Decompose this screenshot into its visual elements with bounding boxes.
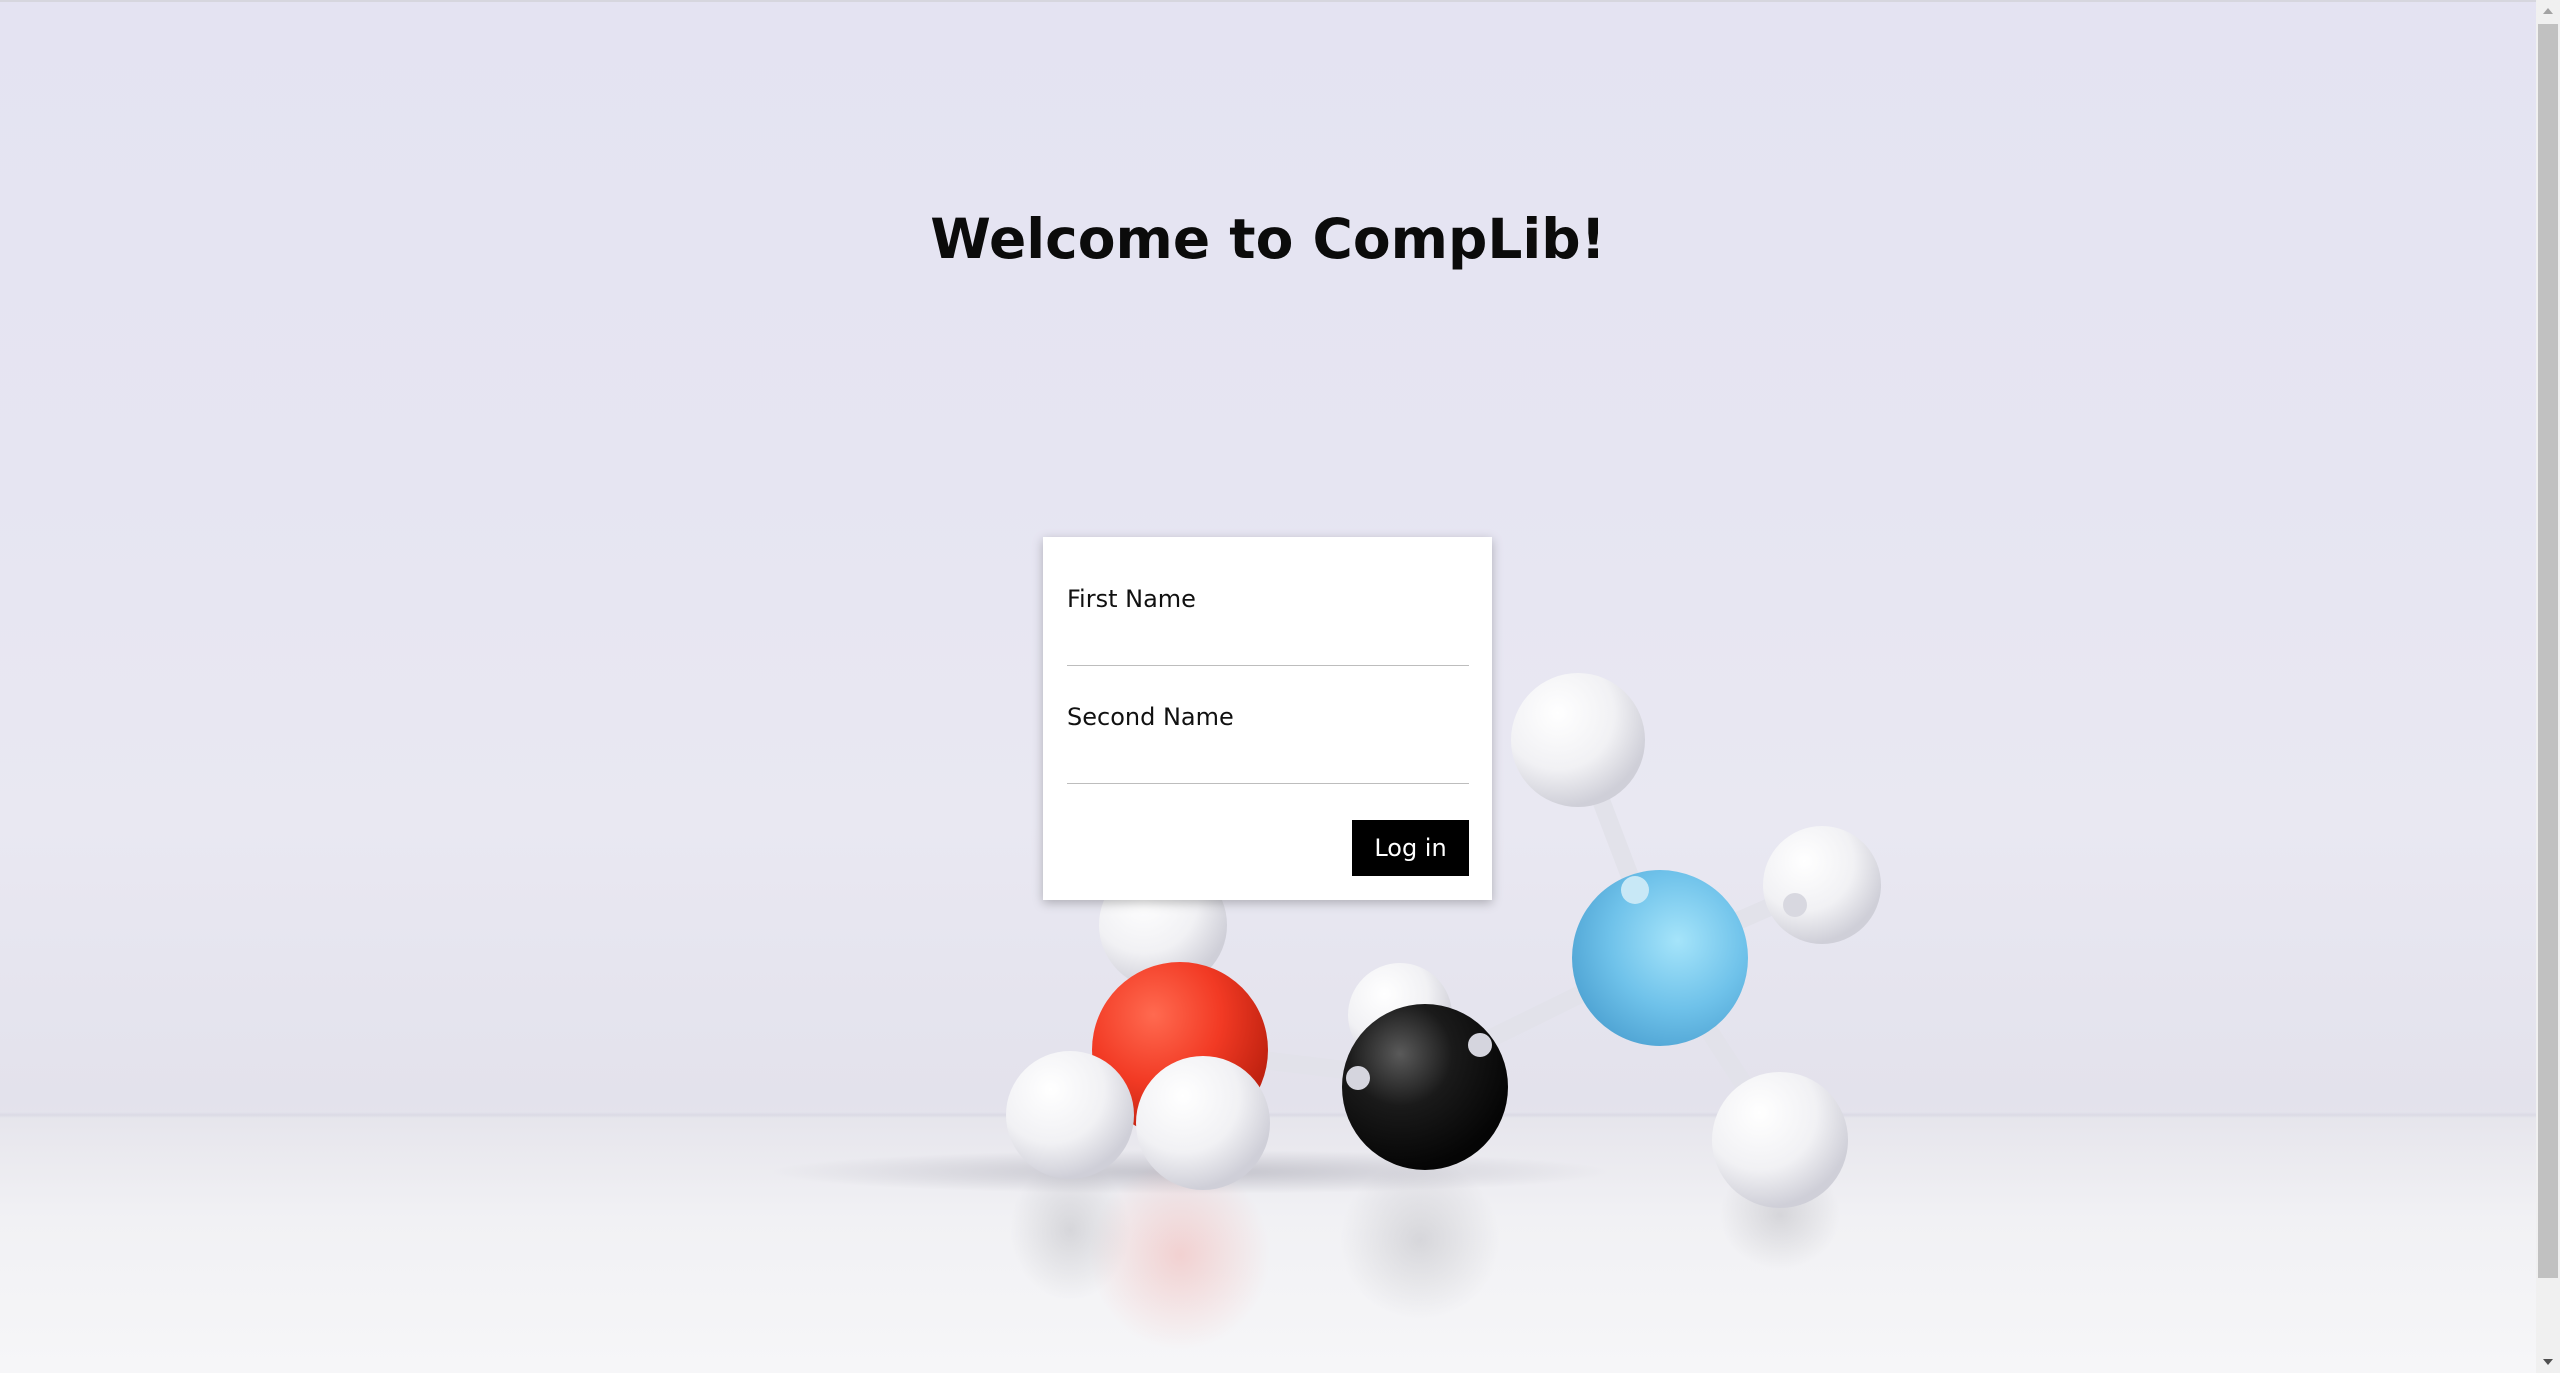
vertical-scrollbar[interactable] [2536,0,2560,1373]
second-name-input[interactable] [1067,743,1469,784]
first-name-label: First Name [1067,585,1196,613]
first-name-input[interactable] [1067,625,1469,666]
scroll-thumb[interactable] [2538,24,2558,1278]
scroll-up-arrow-icon[interactable] [2536,0,2560,22]
second-name-label: Second Name [1067,703,1234,731]
page-title: Welcome to CompLib! [930,206,1606,271]
login-form: First Name Second Name Log in [1043,537,1492,900]
scroll-down-arrow-icon[interactable] [2536,1351,2560,1373]
login-button[interactable]: Log in [1352,820,1469,876]
login-page: Welcome to CompLib! First Name Second Na… [0,0,2560,1373]
